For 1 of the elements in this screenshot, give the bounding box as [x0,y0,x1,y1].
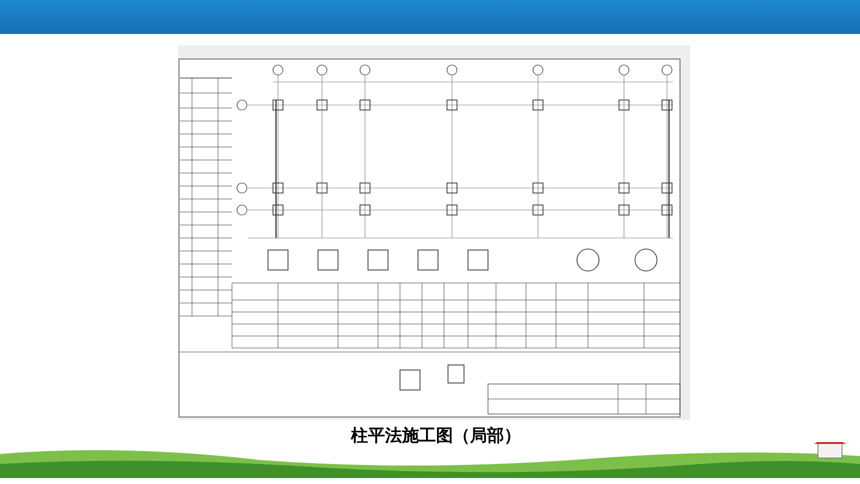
slide-caption: 柱平法施工图（局部） [351,425,521,448]
